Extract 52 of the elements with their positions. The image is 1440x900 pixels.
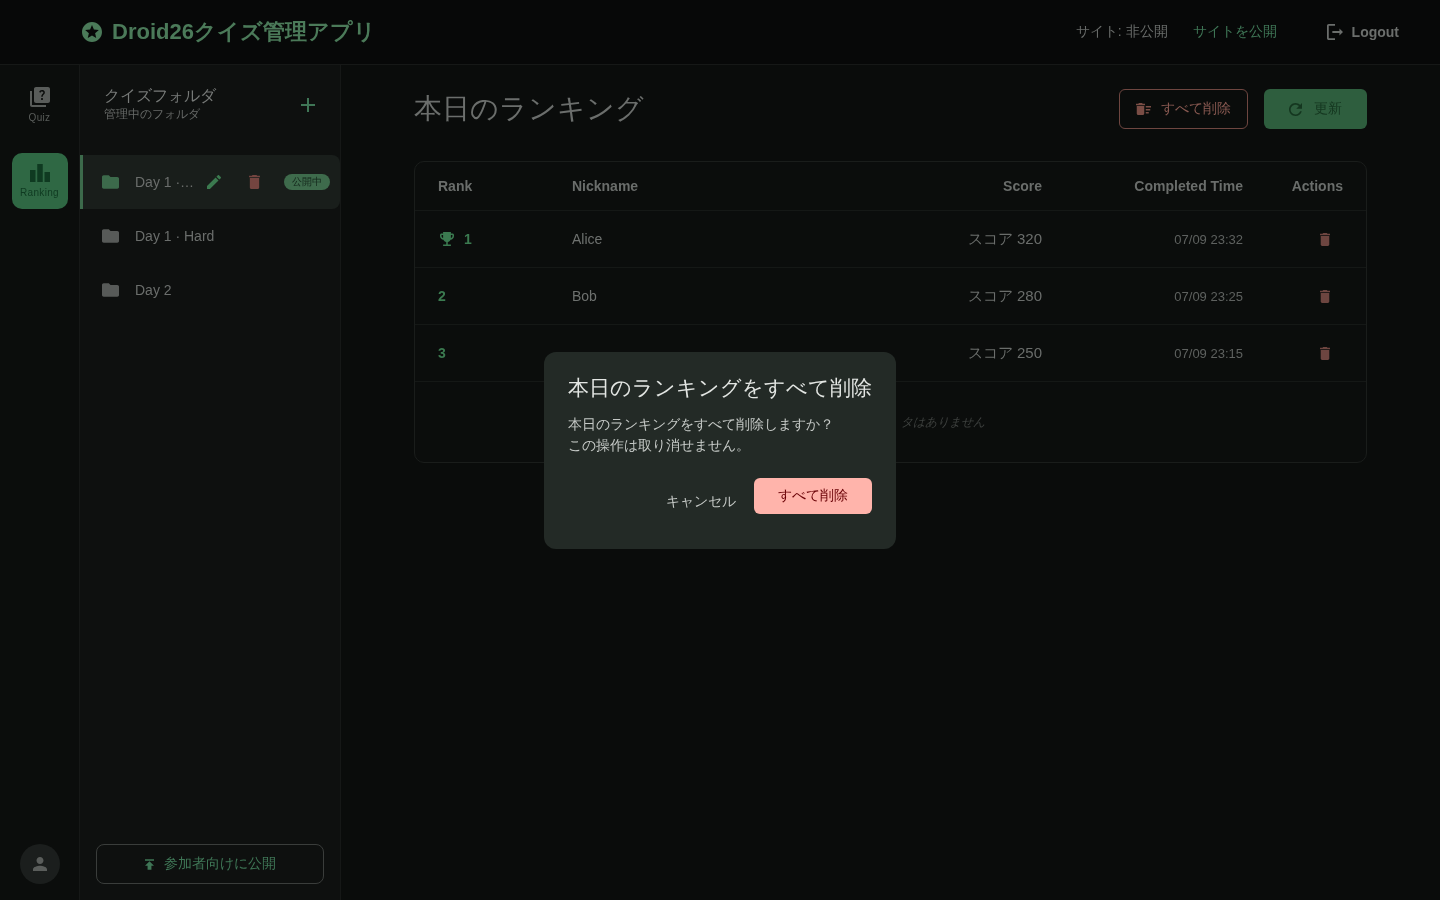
trophy-icon bbox=[440, 232, 454, 246]
quiz-nav-item[interactable]: Quiz bbox=[11, 77, 68, 133]
account-avatar-button[interactable] bbox=[19, 844, 60, 884]
dialog-title: 本日のランキングをすべて削除 bbox=[568, 374, 872, 401]
score-text: スコア 320 bbox=[967, 229, 1042, 249]
trash-icon bbox=[1320, 346, 1330, 360]
folder-panel-subtitle: 管理中のフォルダ bbox=[104, 106, 201, 122]
column-header: Nickname bbox=[572, 178, 640, 194]
folder-item[interactable]: Day 1 · Hard bbox=[80, 209, 340, 263]
column-header: Rank bbox=[438, 178, 474, 194]
folder-icon bbox=[102, 283, 119, 297]
column-header: Completed Time bbox=[1134, 178, 1243, 194]
logout-button[interactable]: Logout bbox=[1326, 24, 1399, 40]
rank-number: 1 bbox=[464, 231, 472, 247]
page-title: 本日のランキング bbox=[414, 92, 644, 126]
publish-to-participants-button[interactable]: 参加者向けに公開 bbox=[96, 844, 324, 884]
rank-number: 2 bbox=[438, 288, 446, 304]
delete-all-button[interactable]: すべて削除 bbox=[1119, 89, 1248, 129]
score-text: スコア 280 bbox=[967, 286, 1042, 306]
confirm-delete-button[interactable]: すべて削除 bbox=[754, 477, 872, 514]
completed-time-text: 07/09 23:32 bbox=[1174, 231, 1243, 247]
refresh-icon bbox=[1289, 102, 1302, 116]
trash-icon bbox=[1320, 289, 1330, 303]
bar-chart-icon bbox=[29, 164, 50, 182]
trash-icon bbox=[248, 175, 260, 189]
folder-panel-title: クイズフォルダ bbox=[104, 86, 216, 106]
dialog-message: 本日のランキングをすべて削除しますか？ bbox=[568, 414, 834, 434]
folder-icon bbox=[102, 229, 119, 243]
completed-time-text: 07/09 23:15 bbox=[1174, 345, 1243, 361]
upload-icon bbox=[144, 858, 154, 870]
pencil-icon bbox=[207, 175, 222, 189]
score-text: スコア 250 bbox=[967, 343, 1042, 363]
star-icon bbox=[82, 22, 102, 42]
trash-lines-icon bbox=[1136, 103, 1151, 115]
logout-icon bbox=[1326, 24, 1343, 40]
cancel-button[interactable]: キャンセル bbox=[652, 477, 750, 526]
site-status: サイト: 非公開 bbox=[1075, 23, 1168, 41]
question-card-icon bbox=[29, 87, 50, 107]
rank-number: 3 bbox=[438, 345, 446, 361]
folder-icon bbox=[102, 175, 119, 189]
completed-time-text: 07/09 23:25 bbox=[1174, 288, 1243, 304]
plus-icon bbox=[301, 98, 315, 112]
trash-icon bbox=[1320, 232, 1330, 246]
nickname-text: Bob bbox=[572, 288, 597, 304]
publish-site-link[interactable]: サイトを公開 bbox=[1192, 23, 1277, 41]
nickname-text: Alice bbox=[572, 231, 603, 247]
dialog-message: この操作は取り消せません。 bbox=[568, 435, 750, 455]
column-header: Actions bbox=[1291, 178, 1343, 194]
app-title: Droid26クイズ管理アプリ bbox=[112, 18, 376, 46]
person-icon bbox=[32, 857, 47, 871]
folder-item[interactable]: Day 2 bbox=[80, 263, 340, 317]
column-header: Score bbox=[1003, 178, 1042, 194]
